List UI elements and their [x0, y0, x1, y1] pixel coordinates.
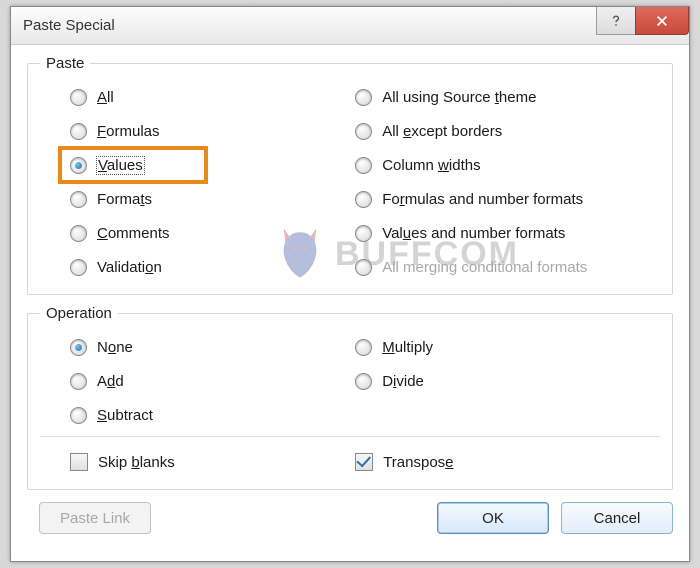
paste-group: Paste All Formulas Values Formats Comments Va…	[27, 55, 673, 295]
radio-label: Formulas	[97, 123, 160, 140]
paste-legend: Paste	[40, 55, 90, 72]
radio-label: Column widths	[382, 157, 480, 174]
paste-radio-all-using-source-theme[interactable]: All using Source theme	[325, 80, 660, 114]
radio-icon	[355, 191, 372, 208]
paste-radio-formulas[interactable]: Formulas	[40, 114, 325, 148]
dialog-buttons: Paste Link OK Cancel	[27, 502, 673, 534]
radio-icon	[355, 259, 372, 276]
radio-label: Divide	[382, 373, 424, 390]
radio-label: All merging conditional formats	[382, 259, 587, 276]
radio-icon	[355, 225, 372, 242]
radio-icon	[355, 157, 372, 174]
help-button[interactable]	[596, 7, 636, 35]
radio-icon	[70, 89, 87, 106]
paste-radio-validation[interactable]: Validation	[40, 250, 325, 284]
paste-radio-all-merging-conditional-formats: All merging conditional formats	[325, 250, 660, 284]
paste-radio-formats[interactable]: Formats	[40, 182, 325, 216]
paste-radio-comments[interactable]: Comments	[40, 216, 325, 250]
radio-icon	[355, 339, 372, 356]
operation-radio-divide[interactable]: Divide	[325, 364, 660, 398]
paste-radio-column-widths[interactable]: Column widths	[325, 148, 660, 182]
operation-radio-subtract[interactable]: Subtract	[40, 398, 325, 432]
radio-label: Formulas and number formats	[382, 191, 583, 208]
radio-label: Values and number formats	[382, 225, 565, 242]
paste-radio-values[interactable]: Values	[40, 148, 325, 182]
radio-label: All	[97, 89, 114, 106]
checkbox-icon	[70, 453, 88, 471]
radio-icon	[355, 123, 372, 140]
radio-icon	[70, 373, 87, 390]
radio-icon	[70, 123, 87, 140]
radio-label: All except borders	[382, 123, 502, 140]
paste-link-button[interactable]: Paste Link	[39, 502, 151, 534]
operation-radio-none[interactable]: None	[40, 330, 325, 364]
paste-special-dialog: Paste Special BUFFCOM Paste AllFormulasV…	[10, 6, 690, 562]
radio-label: Formats	[97, 191, 152, 208]
radio-label: None	[97, 339, 133, 356]
radio-icon	[355, 89, 372, 106]
checkbox-icon	[355, 453, 373, 471]
operation-radio-multiply[interactable]: Multiply	[325, 330, 660, 364]
skip-blanks-checkbox[interactable]: Skip blanks	[40, 445, 325, 479]
paste-radio-all[interactable]: All	[40, 80, 325, 114]
radio-icon	[70, 259, 87, 276]
transpose-checkbox[interactable]: Transpose	[325, 445, 660, 479]
paste-radio-values-and-number-formats[interactable]: Values and number formats	[325, 216, 660, 250]
skip-blanks-label: Skip blanks	[98, 454, 175, 471]
radio-label: Validation	[97, 259, 162, 276]
radio-label: Multiply	[382, 339, 433, 356]
radio-label: All using Source theme	[382, 89, 536, 106]
operation-radio-add[interactable]: Add	[40, 364, 325, 398]
operation-group: Operation None Add Subtract Multiply Divide…	[27, 305, 673, 490]
paste-radio-all-except-borders[interactable]: All except borders	[325, 114, 660, 148]
window-controls	[597, 7, 689, 35]
dialog-title: Paste Special	[23, 17, 115, 34]
radio-icon	[70, 157, 87, 174]
radio-label: Comments	[97, 225, 170, 242]
radio-icon	[355, 373, 372, 390]
radio-icon	[70, 191, 87, 208]
paste-radio-formulas-and-number-formats[interactable]: Formulas and number formats	[325, 182, 660, 216]
radio-label: Subtract	[97, 407, 153, 424]
radio-icon	[70, 407, 87, 424]
radio-icon	[70, 225, 87, 242]
ok-button[interactable]: OK	[437, 502, 549, 534]
close-button[interactable]	[635, 7, 689, 35]
radio-label: Add	[97, 373, 124, 390]
radio-label: Values	[97, 157, 144, 174]
titlebar: Paste Special	[11, 7, 689, 45]
operation-legend: Operation	[40, 305, 118, 322]
transpose-label: Transpose	[383, 454, 453, 471]
cancel-button[interactable]: Cancel	[561, 502, 673, 534]
radio-icon	[70, 339, 87, 356]
